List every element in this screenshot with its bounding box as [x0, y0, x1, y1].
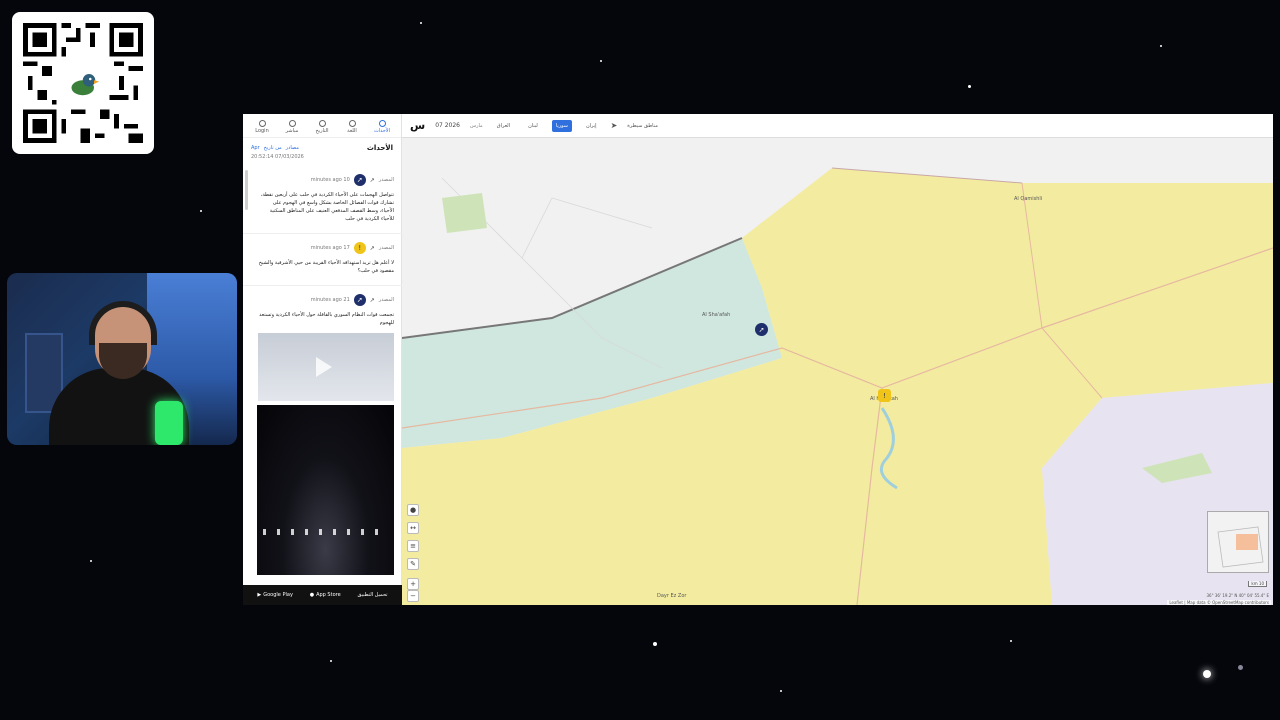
login-icon	[258, 120, 266, 127]
post-text: تجمعت قوات النظام السوري بالقافلة حول ال…	[259, 312, 394, 326]
nav-history[interactable]: التاريخ	[309, 120, 335, 134]
post-text: تتواصل الهجمات على الأحياء الكردية في حل…	[260, 192, 394, 222]
draw-button[interactable]: ✎	[407, 558, 419, 570]
globe-icon	[348, 120, 356, 127]
sidebar-nav: Login مباشر التاريخ اللغة الأحداث	[243, 114, 401, 138]
map-panel: س 07 2026 مارس العراق لبنان سوريا إيران …	[402, 114, 1273, 605]
tab-iraq[interactable]: العراق	[493, 120, 514, 132]
month-label: مارس	[470, 122, 483, 129]
video-thumbnail[interactable]	[257, 333, 394, 401]
tab-iran[interactable]: إيران	[582, 120, 601, 132]
tab-lebanon[interactable]: لبنان	[524, 120, 542, 132]
news-map-app: Login مباشر التاريخ اللغة الأحداث Apr من…	[243, 114, 1273, 605]
map-attribution[interactable]: Leaflet | Map data © OpenStreetMap contr…	[1167, 600, 1271, 605]
list-icon	[378, 120, 386, 127]
nav-language[interactable]: اللغة	[339, 120, 365, 134]
qr-code	[12, 12, 154, 154]
post-text: لا أعلم هل تريد استهدافه الأحياء القريبة…	[258, 260, 394, 274]
microphone	[155, 401, 183, 445]
last-updated: 20:52:14 07/03/2026	[251, 154, 304, 160]
feed-scrollbar[interactable]	[245, 170, 248, 210]
locate-button[interactable]: ●	[407, 504, 419, 516]
duck-logo-icon	[69, 69, 99, 99]
event-post[interactable]: minutes ago 10 ➚ ↗ المصدر تتواصل الهجمات…	[243, 166, 402, 234]
zoom-in-button[interactable]: +	[407, 578, 419, 590]
external-link-icon[interactable]: ↗	[370, 245, 375, 252]
post-time: minutes ago 21	[310, 297, 350, 303]
app-store-bar: ▶ Google Play ● App Store تحميل التطبيق	[243, 585, 402, 605]
event-post[interactable]: minutes ago 17 ! ↗ المصدر لا أعلم هل تري…	[243, 234, 402, 286]
post-source[interactable]: المصدر	[379, 245, 394, 251]
external-link-icon[interactable]: ↗	[370, 297, 375, 304]
map-label-shaafah: Al Sha'afah	[702, 312, 731, 318]
tab-syria[interactable]: سوريا	[551, 119, 572, 132]
rocket-icon: ➚	[353, 294, 366, 306]
nav-login[interactable]: Login	[249, 120, 275, 134]
post-source[interactable]: المصدر	[379, 297, 394, 303]
post-time: minutes ago 17	[310, 245, 350, 251]
nav-events[interactable]: الأحداث	[369, 120, 395, 134]
webcam-feed	[7, 273, 237, 445]
rocket-icon: ➚	[353, 174, 366, 186]
play-icon[interactable]	[315, 357, 332, 377]
download-app-label: تحميل التطبيق	[357, 592, 388, 598]
events-feed[interactable]: minutes ago 10 ➚ ↗ المصدر تتواصل الهجمات…	[243, 166, 402, 586]
map-label-deir-ez-zor: Dayr Ez Zor	[657, 593, 687, 599]
event-filters: Apr من تاريخ مصادر	[251, 145, 299, 151]
map-coordinates: 36° 36' 19.2" N 40° 04' 55.4" E	[1206, 593, 1269, 598]
filter-date[interactable]: من تاريخ	[264, 145, 282, 151]
map-topbar: س 07 2026 مارس العراق لبنان سوريا إيران …	[402, 114, 1273, 138]
map-scale: km 10	[1248, 581, 1267, 587]
alert-marker-icon[interactable]: !	[878, 389, 891, 402]
alert-icon: !	[353, 242, 366, 254]
post-source[interactable]: المصدر	[379, 177, 394, 183]
clock-icon	[288, 120, 296, 127]
google-play-button[interactable]: ▶ Google Play	[257, 592, 293, 598]
night-video[interactable]	[257, 405, 394, 575]
events-title: الأحداث	[366, 144, 393, 152]
send-icon[interactable]: ➤	[611, 121, 618, 130]
apple-icon: ●	[309, 592, 315, 598]
event-post[interactable]: minutes ago 21 ➚ ↗ المصدر تجمعت قوات الن…	[243, 286, 402, 585]
site-logo[interactable]: س	[410, 119, 425, 132]
events-sidebar: Login مباشر التاريخ اللغة الأحداث Apr من…	[243, 114, 402, 605]
app-store-button[interactable]: ● App Store	[310, 592, 341, 598]
minimap[interactable]	[1207, 511, 1269, 573]
map-label-qamishli: Al Qamishli	[1014, 196, 1043, 202]
history-icon	[318, 120, 326, 127]
layers-button[interactable]: ≡	[407, 540, 419, 552]
measure-button[interactable]: ↔	[407, 522, 419, 534]
filter-apr[interactable]: Apr	[251, 145, 260, 151]
date-display[interactable]: 07 2026	[435, 122, 460, 129]
play-store-icon: ▶	[257, 592, 262, 598]
map-canvas[interactable]: Al Qamishli Al Hasakah Al Sha'afah Dayr …	[402, 138, 1273, 605]
nav-live[interactable]: مباشر	[279, 120, 305, 134]
post-time: minutes ago 10	[310, 177, 350, 183]
external-link-icon[interactable]: ↗	[370, 177, 375, 184]
rocket-marker-icon[interactable]: ➚	[755, 323, 768, 336]
zoom-out-button[interactable]: −	[407, 590, 419, 602]
filter-sources[interactable]: مصادر	[286, 145, 299, 151]
control-zones-label[interactable]: مناطق سيطرة	[627, 123, 658, 129]
